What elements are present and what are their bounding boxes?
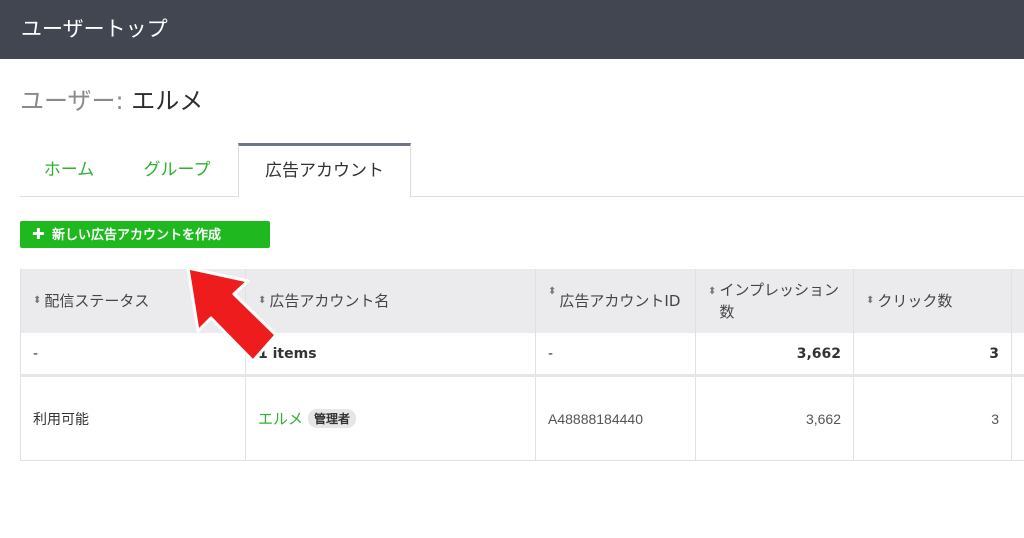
column-header-label: 広告アカウント名 [269, 292, 390, 310]
app-title: ユーザートップ [21, 17, 168, 41]
column-header-overflow [1012, 269, 1024, 333]
ad-account-table: ⬍ 配信ステータス ⬍ 広告アカウント名 ⬍ 広告アカウントID ⬍ インプレッション数… [20, 269, 1024, 461]
column-header-label: インプレッション数 [719, 281, 839, 321]
tab-ad-accounts[interactable]: 広告アカウント [238, 143, 411, 198]
table-row: 利用可能 エルメ 管理者 A48888184440 3,662 3 [21, 377, 1024, 460]
column-header-label: クリック数 [877, 292, 953, 310]
top-bar: ユーザートップ [0, 0, 1024, 59]
sort-icon: ⬍ [866, 295, 875, 306]
row-clicks: 3 [854, 377, 1012, 460]
table-header-row: ⬍ 配信ステータス ⬍ 広告アカウント名 ⬍ 広告アカウントID ⬍ インプレッション数… [21, 269, 1024, 333]
summary-impressions: 3,662 [696, 333, 854, 374]
plus-icon: ✚ [32, 225, 45, 243]
column-header-status[interactable]: ⬍ 配信ステータス [21, 269, 246, 333]
sort-icon: ⬍ [33, 295, 42, 306]
table-summary-row: - 1 items - 3,662 3 [21, 333, 1024, 377]
tab-home[interactable]: ホーム [20, 143, 118, 197]
column-header-clicks[interactable]: ⬍ クリック数 [854, 269, 1012, 333]
account-name-link[interactable]: エルメ [258, 408, 303, 429]
row-account-name-cell: エルメ 管理者 [246, 377, 536, 460]
summary-status: - [21, 333, 246, 374]
summary-clicks: 3 [854, 333, 1012, 374]
summary-id: - [536, 333, 696, 374]
row-impressions: 3,662 [696, 377, 854, 460]
row-status: 利用可能 [21, 377, 246, 460]
create-ad-account-button[interactable]: ✚ 新しい広告アカウントを作成 [20, 221, 270, 248]
summary-item-count: 1 items [246, 333, 536, 374]
page-title: ユーザー: エルメ [20, 84, 203, 118]
column-header-account-id[interactable]: ⬍ 広告アカウントID [536, 269, 696, 333]
row-overflow [1012, 377, 1024, 460]
column-header-impressions[interactable]: ⬍ インプレッション数 [696, 269, 854, 333]
create-ad-account-button-label: 新しい広告アカウントを作成 [52, 228, 222, 243]
column-header-account-name[interactable]: ⬍ 広告アカウント名 [246, 269, 536, 333]
page-title-user-name: エルメ [131, 87, 204, 115]
tab-bar: ホーム グループ 広告アカウント [20, 143, 1024, 198]
tab-group[interactable]: グループ [118, 143, 236, 197]
sort-icon: ⬍ [548, 286, 557, 297]
column-header-label: 広告アカウントID [559, 292, 681, 310]
row-account-id: A48888184440 [536, 377, 696, 460]
admin-badge: 管理者 [308, 409, 357, 428]
sort-icon: ⬍ [258, 295, 267, 306]
column-header-label: 配信ステータス [44, 292, 150, 310]
sort-icon: ⬍ [708, 286, 717, 297]
page-title-prefix: ユーザー: [20, 87, 124, 115]
summary-overflow [1012, 333, 1024, 374]
